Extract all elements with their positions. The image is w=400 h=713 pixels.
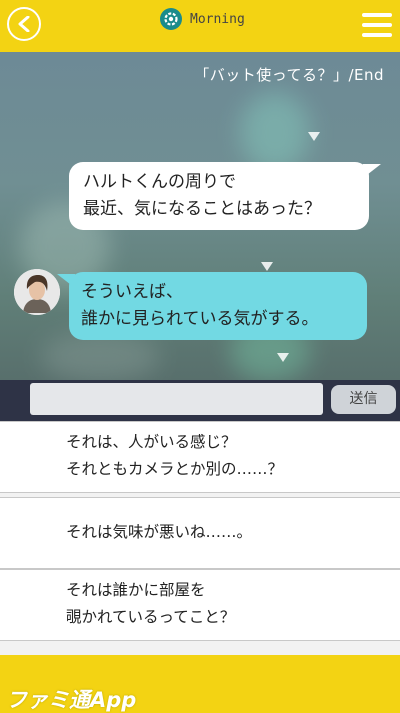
reply-option[interactable]: それは気味が悪いね……。 (0, 497, 400, 569)
brand-logo: ファミ通App (6, 688, 137, 712)
option-line: それは誰かに部屋を (66, 581, 206, 599)
title-group: Morning (160, 8, 245, 30)
chat-area[interactable]: 「バット使ってる？」/End ハルトくんの周りで 最近、気になることはあった？ … (0, 52, 400, 380)
time-of-day-title: Morning (190, 11, 245, 27)
message-input[interactable] (30, 383, 323, 415)
footer-bar: ファミ通App (0, 655, 400, 713)
gear-icon (160, 8, 182, 30)
scroll-marker-icon (277, 353, 289, 362)
reply-option[interactable]: それは誰かに部屋を 覗かれているってこと？ (0, 569, 400, 641)
option-line: それは気味が悪いね……。 (66, 523, 253, 541)
send-button[interactable]: 送信 (331, 385, 396, 414)
message-line: ハルトくんの周りで (83, 172, 236, 192)
back-button[interactable] (7, 7, 41, 41)
message-line: そういえば、 (81, 282, 183, 302)
scroll-marker-icon (308, 132, 320, 141)
scroll-marker-icon (261, 262, 273, 271)
reply-option[interactable]: それは、人がいる感じ？ それともカメラとか別の……？ (0, 421, 400, 493)
background-glow (240, 92, 310, 172)
message-composer: 送信 (0, 380, 400, 421)
menu-line (362, 23, 392, 27)
incoming-message-bubble: そういえば、 誰かに見られている気がする。 (57, 272, 367, 340)
message-line: 最近、気になることはあった？ (83, 199, 321, 219)
message-line: 誰かに見られている気がする。 (81, 309, 319, 329)
header-bar: Morning (0, 0, 400, 52)
chevron-left-icon (18, 16, 30, 32)
avatar[interactable] (14, 269, 60, 315)
option-line: 覗かれているってこと？ (66, 608, 236, 626)
hamburger-menu-button[interactable] (362, 13, 392, 37)
menu-line (362, 33, 392, 37)
chapter-label: 「バット使ってる？」/End (194, 66, 384, 84)
option-line: それともカメラとか別の……？ (66, 460, 284, 478)
option-line: それは、人がいる感じ？ (66, 433, 237, 451)
menu-line (362, 13, 392, 17)
outgoing-message-bubble: ハルトくんの周りで 最近、気になることはあった？ (69, 162, 381, 230)
